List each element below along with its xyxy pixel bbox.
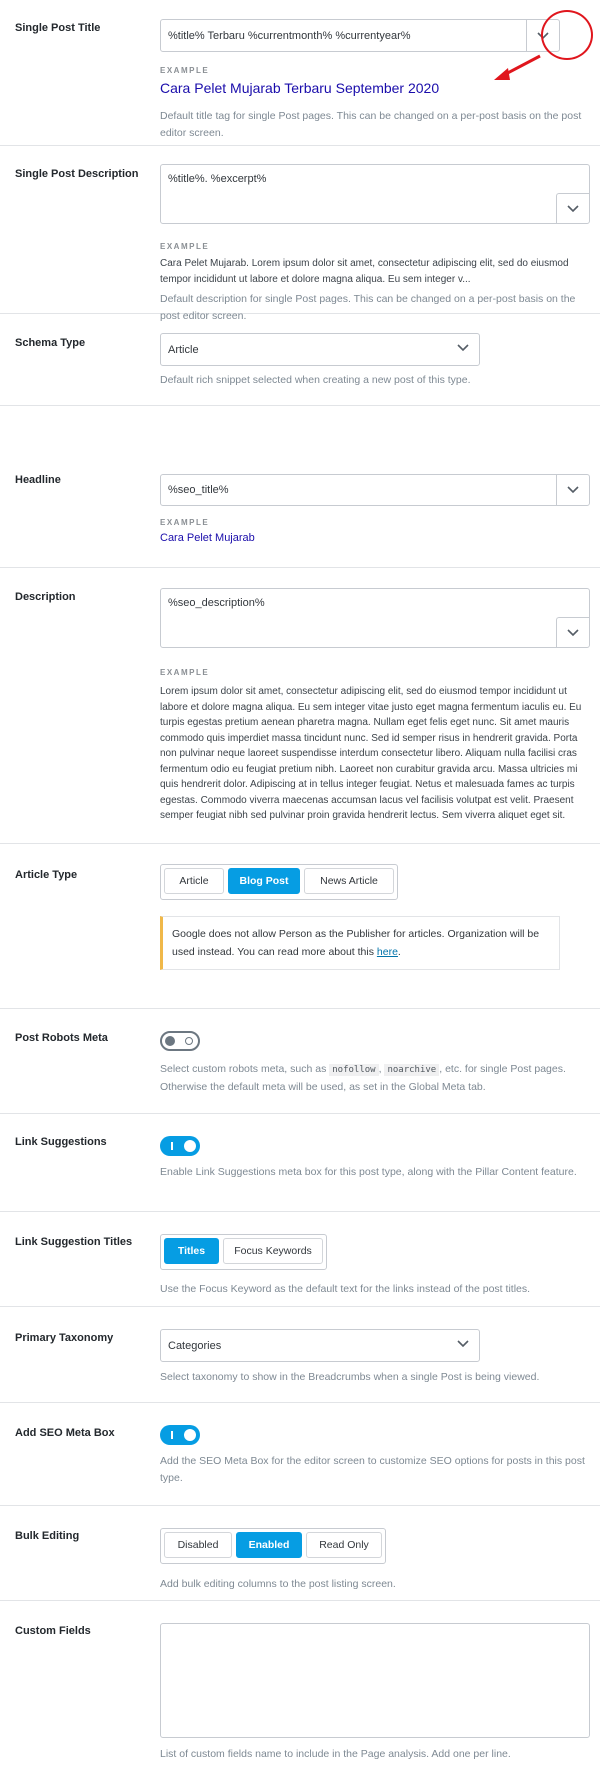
annotation-circle <box>541 10 593 60</box>
custom-fields-row: Custom Fields List of custom fields name… <box>0 1601 600 1775</box>
notice-link[interactable]: here <box>377 946 398 958</box>
post-robots-meta-help: Select custom robots meta, such as nofol… <box>160 1063 566 1093</box>
add-seo-meta-box-toggle[interactable] <box>160 1425 200 1445</box>
link-suggestions-toggle[interactable] <box>160 1136 200 1156</box>
description-row: Description %seo_description% EXAMPLE Lo… <box>0 568 600 844</box>
annotation-arrow <box>494 54 541 80</box>
notice-text: Google does not allow Person as the Publ… <box>172 928 540 958</box>
description-example-preview: Lorem ipsum dolor sit amet, consectetur … <box>160 686 582 821</box>
bulk-editing-option-disabled[interactable]: Disabled <box>164 1532 232 1558</box>
add-seo-meta-box-label: Add SEO Meta Box <box>15 1427 115 1439</box>
chevron-down-icon <box>567 486 579 494</box>
headline-input[interactable]: %seo_title% <box>160 474 590 506</box>
publisher-notice: Google does not allow Person as the Publ… <box>160 916 560 970</box>
bulk-editing-option-enabled[interactable]: Enabled <box>236 1532 302 1558</box>
post-robots-meta-label: Post Robots Meta <box>15 1032 108 1044</box>
schema-type-value: Article <box>168 344 199 356</box>
schema-type-row: Schema Type Article Default rich snippet… <box>0 314 600 406</box>
description-example-preview: Cara Pelet Mujarab. Lorem ipsum dolor si… <box>160 258 569 285</box>
link-suggestion-titles-toggle-group: Titles Focus Keywords <box>160 1234 327 1270</box>
bulk-editing-help: Add bulk editing columns to the post lis… <box>160 1578 396 1590</box>
link-suggestions-row: Link Suggestions Enable Link Suggestions… <box>0 1114 600 1212</box>
example-label: EXAMPLE <box>160 668 210 677</box>
primary-taxonomy-row: Primary Taxonomy Categories Select taxon… <box>0 1307 600 1403</box>
schema-type-label: Schema Type <box>15 337 86 349</box>
single-post-title-input[interactable]: %title% Terbaru %currentmonth% %currenty… <box>160 19 560 52</box>
primary-taxonomy-value: Categories <box>168 1340 222 1352</box>
toggle-knob <box>184 1140 196 1152</box>
link-suggestion-titles-option-titles[interactable]: Titles <box>164 1238 219 1264</box>
custom-fields-textarea[interactable] <box>160 1623 590 1738</box>
article-type-toggle-group: Article Blog Post News Article <box>160 864 398 900</box>
single-post-title-label: Single Post Title <box>15 22 101 34</box>
chevron-down-icon <box>457 344 469 352</box>
single-post-title-value: %title% Terbaru %currentmonth% %currenty… <box>168 30 411 42</box>
bulk-editing-option-read-only[interactable]: Read Only <box>306 1532 382 1558</box>
description-label: Description <box>15 591 76 603</box>
variable-dropdown-button[interactable] <box>556 193 589 223</box>
custom-fields-label: Custom Fields <box>15 1625 91 1637</box>
toggle-off-mark <box>185 1037 193 1045</box>
single-post-description-input[interactable]: %title%. %excerpt% <box>160 164 590 224</box>
link-suggestions-help: Enable Link Suggestions meta box for thi… <box>160 1166 577 1178</box>
primary-taxonomy-select[interactable]: Categories <box>160 1329 480 1362</box>
chevron-down-icon <box>567 628 579 637</box>
link-suggestion-titles-label: Link Suggestion Titles <box>15 1236 133 1248</box>
link-suggestion-titles-help: Use the Focus Keyword as the default tex… <box>160 1283 531 1295</box>
example-label: EXAMPLE <box>160 518 210 527</box>
title-example-preview: Cara Pelet Mujarab Terbaru September 202… <box>160 80 440 96</box>
article-type-row: Article Type Article Blog Post News Arti… <box>0 844 600 1009</box>
single-post-description-value: %title%. %excerpt% <box>168 173 267 185</box>
article-type-option-news-article[interactable]: News Article <box>304 868 394 894</box>
headline-label: Headline <box>15 474 61 486</box>
post-robots-meta-row: Post Robots Meta Select custom robots me… <box>0 1009 600 1114</box>
article-type-option-blog-post[interactable]: Blog Post <box>228 868 300 894</box>
primary-taxonomy-help: Select taxonomy to show in the Breadcrum… <box>160 1371 540 1383</box>
bulk-editing-toggle-group: Disabled Enabled Read Only <box>160 1528 386 1564</box>
single-post-title-row: Single Post Title %title% Terbaru %curre… <box>0 0 600 146</box>
link-suggestions-label: Link Suggestions <box>15 1136 107 1148</box>
article-type-option-article[interactable]: Article <box>164 868 224 894</box>
headline-example-preview: Cara Pelet Mujarab <box>160 532 255 544</box>
variable-dropdown-button[interactable] <box>556 617 589 647</box>
headline-row: Headline %seo_title% EXAMPLE Cara Pelet … <box>0 406 600 568</box>
post-robots-meta-toggle[interactable] <box>160 1031 200 1051</box>
chevron-down-icon <box>457 1340 469 1348</box>
single-post-description-row: Single Post Description %title%. %excerp… <box>0 146 600 322</box>
headline-value: %seo_title% <box>168 484 229 496</box>
schema-type-select[interactable]: Article <box>160 333 480 366</box>
link-suggestion-titles-row: Link Suggestion Titles Titles Focus Keyw… <box>0 1212 600 1307</box>
chevron-down-icon <box>567 204 579 213</box>
toggle-knob <box>165 1036 175 1046</box>
variable-dropdown-button[interactable] <box>556 475 589 505</box>
bulk-editing-row: Bulk Editing Disabled Enabled Read Only … <box>0 1506 600 1601</box>
add-seo-meta-box-help: Add the SEO Meta Box for the editor scre… <box>160 1455 585 1484</box>
custom-fields-help: List of custom fields name to include in… <box>160 1748 511 1760</box>
description-input[interactable]: %seo_description% <box>160 588 590 648</box>
article-type-label: Article Type <box>15 869 78 881</box>
bulk-editing-label: Bulk Editing <box>15 1530 80 1542</box>
description-value: %seo_description% <box>168 597 265 609</box>
add-seo-meta-box-row: Add SEO Meta Box Add the SEO Meta Box fo… <box>0 1403 600 1506</box>
link-suggestion-titles-option-focus-keywords[interactable]: Focus Keywords <box>223 1238 323 1264</box>
example-label: EXAMPLE <box>160 66 210 75</box>
example-label: EXAMPLE <box>160 242 210 251</box>
schema-type-help: Default rich snippet selected when creat… <box>160 374 471 386</box>
primary-taxonomy-label: Primary Taxonomy <box>15 1332 114 1344</box>
toggle-knob <box>184 1429 196 1441</box>
toggle-on-mark <box>171 1431 173 1439</box>
single-post-description-label: Single Post Description <box>15 168 139 180</box>
single-post-title-help: Default title tag for single Post pages.… <box>160 110 582 139</box>
toggle-on-mark <box>171 1142 173 1150</box>
